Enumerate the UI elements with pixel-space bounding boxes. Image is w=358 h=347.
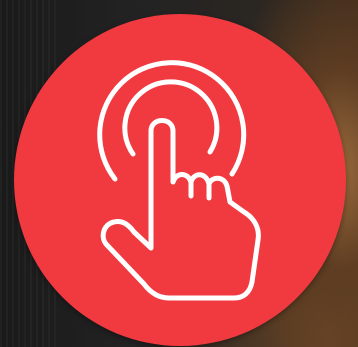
background-scene bbox=[0, 0, 358, 347]
tap-button[interactable] bbox=[14, 14, 346, 346]
tap-gesture-icon bbox=[97, 60, 261, 301]
